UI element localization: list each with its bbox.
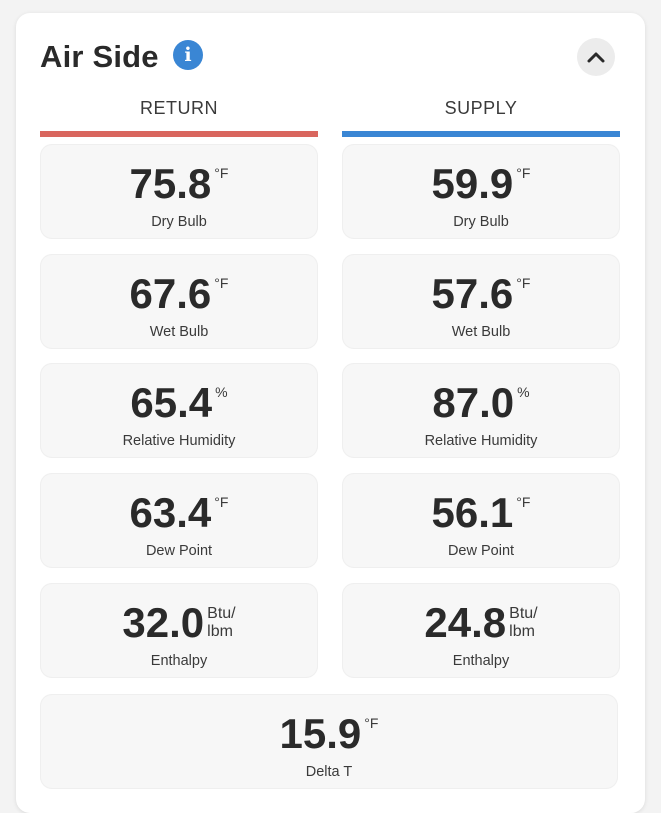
metric-value: 56.1	[431, 489, 514, 536]
metric-unit: °F	[516, 275, 531, 291]
metric-unit: %	[517, 384, 530, 400]
info-icon[interactable]: i	[173, 40, 203, 70]
return-wet-bulb-tile: 67.6 °F Wet Bulb	[40, 254, 318, 349]
supply-label: SUPPLY	[444, 98, 518, 118]
delta-t-tile: 15.9 °F Delta T	[40, 694, 618, 789]
metric-value: 15.9	[279, 710, 362, 757]
supply-dew-point-tile: 56.1 °F Dew Point	[342, 473, 620, 568]
return-relative-humidity-tile: 65.4% Relative Humidity	[40, 363, 318, 458]
metric-value: 24.8	[424, 599, 507, 646]
metric-value: 87.0	[432, 379, 515, 426]
supply-color-bar	[342, 131, 620, 137]
metric-value: 59.9	[431, 160, 514, 207]
metric-unit: °F	[364, 715, 379, 731]
metric-label: Wet Bulb	[149, 324, 209, 340]
metric-value: 65.4	[130, 379, 213, 426]
metric-unit: °F	[516, 165, 531, 181]
card-header: Air Side i	[16, 13, 645, 93]
metric-label: Relative Humidity	[122, 433, 236, 449]
metric-label: Enthalpy	[452, 653, 510, 669]
metric-value: 75.8	[129, 160, 212, 207]
supply-dry-bulb-tile: 59.9 °F Dry Bulb	[342, 144, 620, 239]
metric-label: Delta T	[305, 764, 353, 780]
return-dew-point-tile: 63.4 °F Dew Point	[40, 473, 318, 568]
metric-unit: Btu/ lbm	[207, 605, 236, 640]
metric-value: 63.4	[129, 489, 212, 536]
supply-column-header: SUPPLY	[342, 95, 620, 137]
metric-unit: %	[215, 384, 228, 400]
supply-relative-humidity-tile: 87.0% Relative Humidity	[342, 363, 620, 458]
chevron-up-icon	[587, 52, 605, 63]
metric-value: 57.6	[431, 270, 514, 317]
metric-unit: °F	[214, 275, 229, 291]
metric-label: Dew Point	[447, 543, 515, 559]
collapse-button[interactable]	[577, 38, 615, 76]
metric-value: 67.6	[129, 270, 212, 317]
metric-label: Dry Bulb	[151, 214, 207, 230]
metric-unit: Btu/ lbm	[509, 605, 538, 640]
supply-wet-bulb-tile: 57.6 °F Wet Bulb	[342, 254, 620, 349]
air-side-card: Air Side i RETURN SUPPLY 75.8 °F Dry Bulb…	[16, 13, 645, 813]
metric-unit: °F	[516, 494, 531, 510]
section-title: Air Side	[40, 39, 159, 74]
metric-unit: °F	[214, 494, 229, 510]
metric-label: Wet Bulb	[451, 324, 511, 340]
return-dry-bulb-tile: 75.8 °F Dry Bulb	[40, 144, 318, 239]
return-column-header: RETURN	[40, 95, 318, 137]
supply-enthalpy-tile: 24.8 Btu/ lbm Enthalpy	[342, 583, 620, 678]
metric-value: 32.0	[122, 599, 205, 646]
return-enthalpy-tile: 32.0 Btu/ lbm Enthalpy	[40, 583, 318, 678]
return-label: RETURN	[140, 98, 218, 118]
return-color-bar	[40, 131, 318, 137]
metric-label: Dry Bulb	[453, 214, 509, 230]
metric-label: Dew Point	[145, 543, 213, 559]
metric-label: Relative Humidity	[424, 433, 538, 449]
metric-label: Enthalpy	[150, 653, 208, 669]
metric-unit: °F	[214, 165, 229, 181]
